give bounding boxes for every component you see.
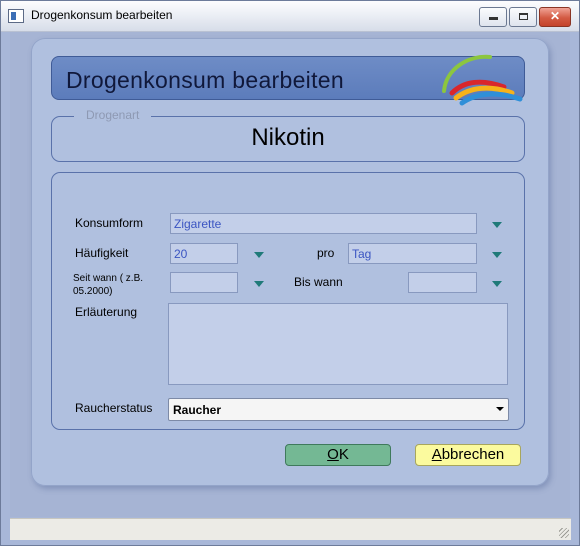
ok-label-rest: K xyxy=(338,446,349,463)
pro-dropdown-icon[interactable] xyxy=(492,252,502,258)
chevron-down-icon xyxy=(496,407,504,411)
bis-wann-dropdown-icon[interactable] xyxy=(492,281,502,287)
konsumform-label: Konsumform xyxy=(75,216,144,230)
haeufigkeit-label: Häufigkeit xyxy=(75,246,129,260)
close-button[interactable]: ✕ xyxy=(539,7,571,27)
drogenart-group: Drogenart Nikotin xyxy=(51,108,525,162)
seit-wann-label-line1: Seit wann ( z.B. xyxy=(73,273,144,284)
ok-button[interactable]: OK xyxy=(285,444,391,466)
minimize-button[interactable] xyxy=(479,7,507,27)
drogenart-legend: Drogenart xyxy=(74,108,152,122)
haeufigkeit-field[interactable]: 20 xyxy=(170,243,238,264)
erlaeuterung-label: Erläuterung xyxy=(75,305,138,319)
seit-wann-label-line2: 05.2000) xyxy=(73,286,113,297)
cancel-label-rest: bbrechen xyxy=(441,446,505,463)
cancel-button[interactable]: Abbrechen xyxy=(415,444,521,466)
konsumform-field[interactable]: Zigarette xyxy=(170,213,477,234)
erlaeuterung-textarea[interactable] xyxy=(168,303,508,385)
maximize-icon xyxy=(518,13,528,20)
pro-field[interactable]: Tag xyxy=(348,243,477,264)
rainbow-swoosh-logo xyxy=(442,54,523,106)
raucherstatus-label: Raucherstatus xyxy=(75,401,153,415)
seit-wann-field[interactable] xyxy=(170,272,238,293)
raucherstatus-selected-value: Raucher xyxy=(173,403,222,417)
close-icon: ✕ xyxy=(549,9,561,23)
window-title: Drogenkonsum bearbeiten xyxy=(31,8,173,22)
pro-label: pro xyxy=(317,246,335,260)
cancel-mnemonic: A xyxy=(431,446,442,463)
haeufigkeit-dropdown-icon[interactable] xyxy=(254,252,264,258)
maximize-button[interactable] xyxy=(509,7,537,27)
minimize-icon xyxy=(488,17,498,20)
title-bar[interactable]: Drogenkonsum bearbeiten ✕ xyxy=(1,1,579,32)
ok-mnemonic: O xyxy=(327,446,339,463)
seit-wann-dropdown-icon[interactable] xyxy=(254,281,264,287)
dialog-window: Drogenkonsum bearbeiten ✕ Drogenkonsum b… xyxy=(0,0,580,546)
bis-wann-field[interactable] xyxy=(408,272,477,293)
header-banner: Drogenkonsum bearbeiten xyxy=(51,54,525,106)
raucherstatus-select[interactable]: Raucher xyxy=(168,398,509,421)
app-icon xyxy=(8,9,24,23)
status-bar xyxy=(10,518,571,540)
consumption-details-group: Konsumform Zigarette Häufigkeit 20 pro T… xyxy=(51,172,525,430)
konsumform-dropdown-icon[interactable] xyxy=(492,222,502,228)
header-title: Drogenkonsum bearbeiten xyxy=(66,67,344,93)
bis-wann-label: Bis wann xyxy=(294,275,343,289)
dialog-client-area: Drogenkonsum bearbeiten Drogenart Nikoti… xyxy=(10,32,570,517)
resize-grip-icon[interactable] xyxy=(559,528,569,538)
drogenart-value: Nikotin xyxy=(251,124,325,151)
content-panel: Drogenkonsum bearbeiten Drogenart Nikoti… xyxy=(31,38,549,486)
